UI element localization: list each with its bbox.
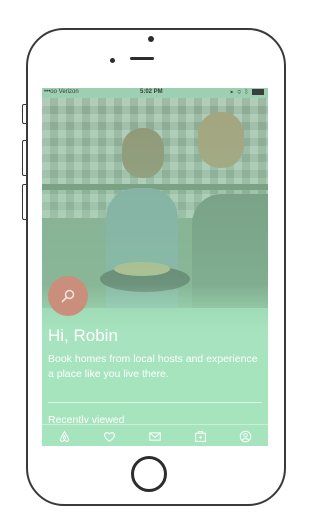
clock: 5:02 PM	[140, 89, 163, 95]
search-icon	[61, 289, 75, 303]
search-button[interactable]	[48, 276, 88, 316]
home-content: Hi, Robin Book homes from local hosts an…	[42, 88, 268, 446]
proximity-sensor	[110, 58, 115, 63]
section-divider	[48, 402, 262, 403]
app-screen: •••oo Verizon 5:02 PM ➤ ⊙ ᛒ Hi, Robin Bo…	[42, 88, 268, 446]
front-camera	[148, 36, 154, 42]
status-icons: ➤ ⊙ ᛒ	[230, 89, 264, 96]
carrier-label: •••oo Verizon	[44, 89, 79, 95]
tab-explore[interactable]	[57, 428, 73, 444]
tab-bar	[42, 424, 268, 446]
tab-inbox[interactable]	[147, 428, 163, 444]
tab-saved[interactable]	[102, 428, 118, 444]
profile-icon	[239, 430, 252, 442]
bluetooth-icon: ᛒ	[244, 89, 250, 96]
tab-profile[interactable]	[237, 428, 253, 444]
alarm-icon: ⊙	[237, 89, 243, 96]
tagline: Book homes from local hosts and experien…	[48, 353, 258, 380]
envelope-icon	[149, 431, 161, 441]
airbnb-logo-icon	[60, 430, 70, 442]
home-button[interactable]	[131, 456, 167, 492]
recently-viewed-heading[interactable]: Recently viewed	[48, 414, 124, 423]
tab-trips[interactable]	[192, 428, 208, 444]
heart-icon	[104, 431, 116, 442]
earpiece-speaker	[130, 57, 154, 60]
location-icon: ➤	[230, 89, 235, 96]
greeting-heading: Hi, Robin	[48, 326, 118, 345]
trips-icon	[194, 430, 206, 442]
battery-icon	[252, 89, 264, 95]
status-bar: •••oo Verizon 5:02 PM ➤ ⊙ ᛒ	[42, 88, 268, 98]
